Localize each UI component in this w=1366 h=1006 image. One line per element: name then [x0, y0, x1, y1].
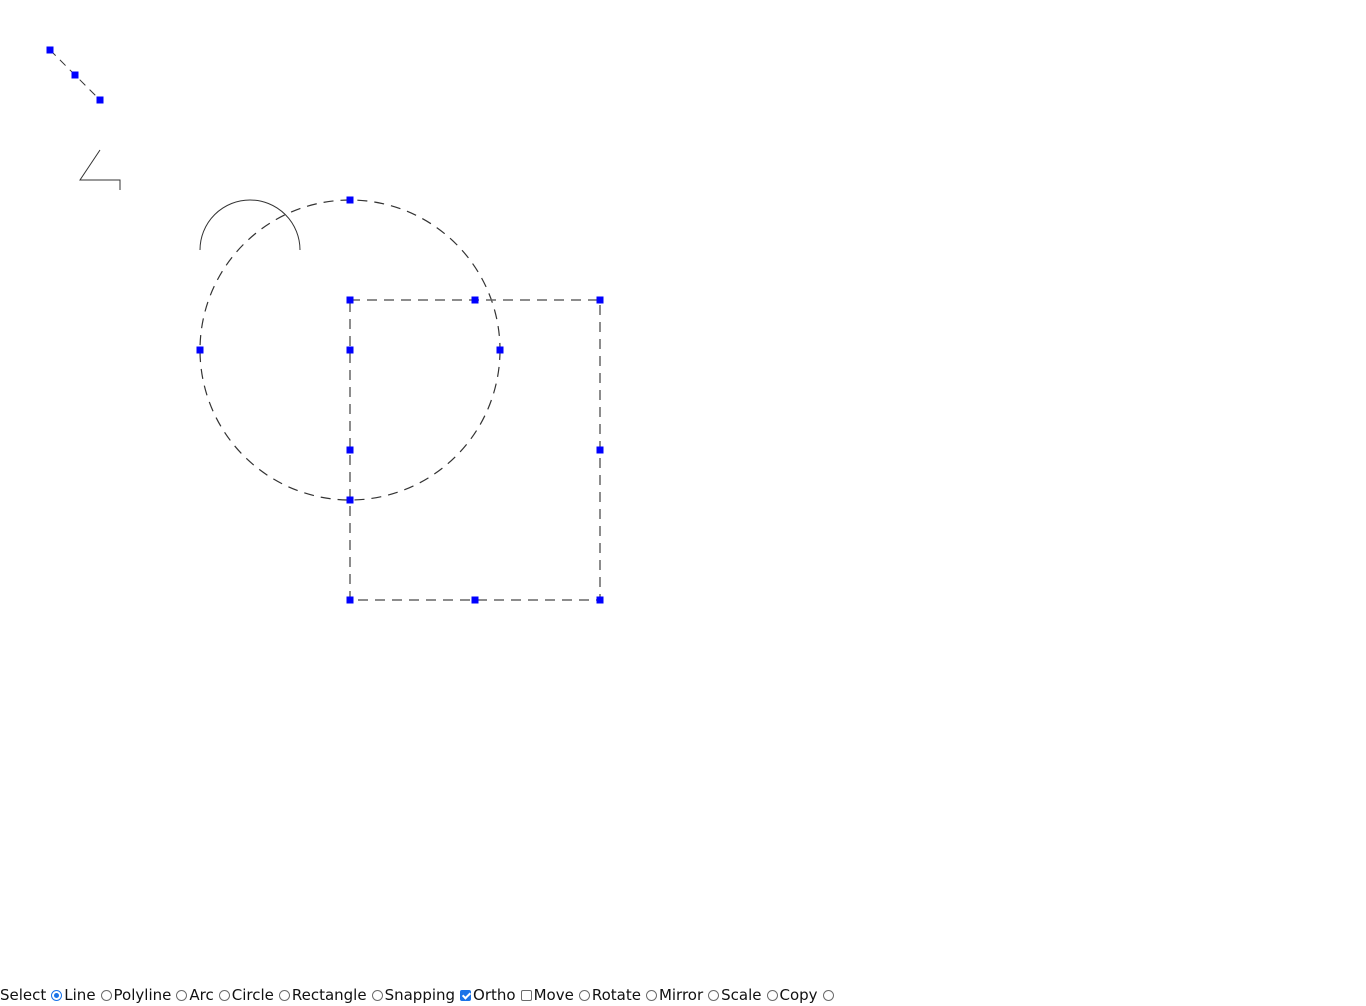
selection-grips	[46, 46, 604, 604]
option-circle: Circle	[232, 986, 292, 1004]
grip-handle[interactable]	[471, 596, 479, 604]
scale-mode-radio[interactable]	[766, 989, 778, 1001]
grip-handle[interactable]	[71, 71, 79, 79]
grip-handle[interactable]	[596, 296, 604, 304]
polyline-shape[interactable]	[79, 149, 121, 190]
snapping-checkbox[interactable]	[460, 989, 472, 1001]
arc-shape[interactable]	[199, 199, 301, 251]
grip-handle[interactable]	[96, 96, 104, 104]
option-copy: Copy	[780, 986, 836, 1004]
grip-handle[interactable]	[196, 346, 204, 354]
drawing-canvas[interactable]	[0, 0, 1366, 980]
option-ortho: Ortho	[473, 986, 534, 1004]
rectangle-shape[interactable]	[349, 299, 601, 601]
option-mirror: Mirror	[659, 986, 721, 1004]
option-scale-label: Scale	[721, 986, 762, 1004]
option-move-label: Move	[533, 986, 574, 1004]
rectangle-mode-radio[interactable]	[371, 989, 383, 1001]
option-rectangle-label: Rectangle	[291, 986, 367, 1004]
grip-handle[interactable]	[496, 346, 504, 354]
arc-mode-radio[interactable]	[218, 989, 230, 1001]
mode-toolbar: Select Line Polyline Arc Circle Rectangl…	[0, 984, 836, 1006]
grip-handle[interactable]	[46, 46, 54, 54]
grip-handle[interactable]	[471, 296, 479, 304]
option-rotate: Rotate	[592, 986, 659, 1004]
option-scale: Scale	[721, 986, 779, 1004]
option-line-label: Line	[64, 986, 96, 1004]
option-line: Line	[64, 986, 113, 1004]
grip-handle[interactable]	[346, 296, 354, 304]
grip-handle[interactable]	[346, 496, 354, 504]
copy-mode-radio[interactable]	[822, 989, 834, 1001]
option-polyline-label: Polyline	[113, 986, 172, 1004]
option-ortho-label: Ortho	[473, 986, 516, 1004]
option-mirror-label: Mirror	[658, 986, 704, 1004]
option-circle-label: Circle	[231, 986, 274, 1004]
grip-handle[interactable]	[596, 596, 604, 604]
mirror-mode-radio[interactable]	[708, 989, 720, 1001]
move-mode-radio[interactable]	[578, 989, 590, 1001]
line-mode-radio[interactable]	[100, 989, 112, 1001]
option-snapping: Snapping	[385, 986, 473, 1004]
option-move: Move	[534, 986, 592, 1004]
circle-mode-radio[interactable]	[278, 989, 290, 1001]
option-rectangle: Rectangle	[292, 986, 385, 1004]
option-copy-label: Copy	[779, 986, 818, 1004]
grip-handle[interactable]	[346, 446, 354, 454]
grip-handle[interactable]	[346, 346, 354, 354]
polyline-mode-radio[interactable]	[176, 989, 188, 1001]
option-arc-label: Arc	[189, 986, 214, 1004]
option-select-label: Select	[0, 986, 47, 1004]
option-rotate-label: Rotate	[591, 986, 641, 1004]
option-snapping-label: Snapping	[384, 986, 456, 1004]
option-arc: Arc	[189, 986, 231, 1004]
ortho-checkbox[interactable]	[520, 989, 532, 1001]
option-polyline: Polyline	[114, 986, 190, 1004]
select-mode-radio[interactable]	[51, 989, 63, 1001]
option-select: Select	[0, 986, 64, 1004]
grip-handle[interactable]	[346, 196, 354, 204]
grip-handle[interactable]	[596, 446, 604, 454]
rotate-mode-radio[interactable]	[645, 989, 657, 1001]
grip-handle[interactable]	[346, 596, 354, 604]
